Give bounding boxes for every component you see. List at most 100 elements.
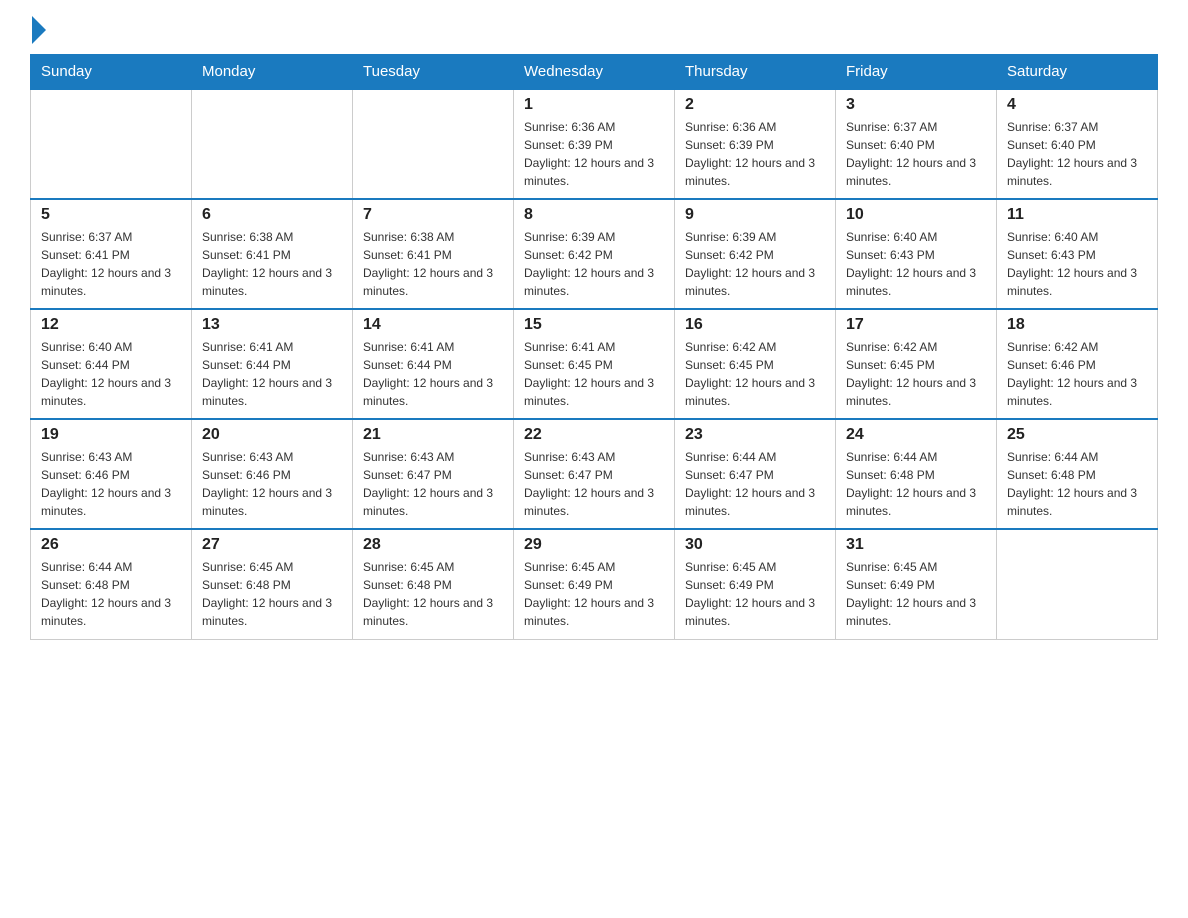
day-info: Sunrise: 6:41 AM Sunset: 6:44 PM Dayligh… [202, 338, 342, 410]
day-info: Sunrise: 6:44 AM Sunset: 6:48 PM Dayligh… [846, 448, 986, 520]
day-number: 1 [524, 96, 664, 114]
weekday-header-sunday: Sunday [31, 55, 192, 90]
day-info: Sunrise: 6:38 AM Sunset: 6:41 PM Dayligh… [363, 228, 503, 300]
calendar-cell: 23 Sunrise: 6:44 AM Sunset: 6:47 PM Dayli… [675, 419, 836, 529]
day-info: Sunrise: 6:45 AM Sunset: 6:48 PM Dayligh… [363, 558, 503, 630]
calendar-cell [997, 529, 1158, 639]
calendar-cell: 15Sunrise: 6:41 AM Sunset: 6:45 PM Dayli… [514, 309, 675, 419]
day-info: Sunrise: 6:37 AM Sunset: 6:40 PM Dayligh… [846, 118, 986, 190]
calendar-cell: 14 Sunrise: 6:41 AM Sunset: 6:44 PM Dayli… [353, 309, 514, 419]
day-info: Sunrise: 6:40 AM Sunset: 6:43 PM Dayligh… [1007, 228, 1147, 300]
day-number: 26 [41, 536, 181, 554]
day-info: Sunrise: 6:44 AM Sunset: 6:47 PM Dayligh… [685, 448, 825, 520]
day-info: Sunrise: 6:40 AM Sunset: 6:44 PM Dayligh… [41, 338, 181, 410]
day-number: 12 [41, 316, 181, 334]
day-info: Sunrise: 6:36 AM Sunset: 6:39 PM Dayligh… [685, 118, 825, 190]
calendar-cell: 6 Sunrise: 6:38 AM Sunset: 6:41 PM Daylig… [192, 199, 353, 309]
day-info: Sunrise: 6:36 AM Sunset: 6:39 PM Dayligh… [524, 118, 664, 190]
day-number: 17 [846, 316, 986, 334]
calendar-cell: 4 Sunrise: 6:37 AM Sunset: 6:40 PM Daylig… [997, 89, 1158, 199]
day-info: Sunrise: 6:41 AM Sunset: 6:45 PM Dayligh… [524, 338, 664, 410]
weekday-header-wednesday: Wednesday [514, 55, 675, 90]
calendar-cell: 26 Sunrise: 6:44 AM Sunset: 6:48 PM Dayli… [31, 529, 192, 639]
calendar-week-row: 1 Sunrise: 6:36 AM Sunset: 6:39 PM Daylig… [31, 89, 1158, 199]
day-info: Sunrise: 6:37 AM Sunset: 6:40 PM Dayligh… [1007, 118, 1147, 190]
day-info: Sunrise: 6:44 AM Sunset: 6:48 PM Dayligh… [41, 558, 181, 630]
day-number: 7 [363, 206, 503, 224]
weekday-header-saturday: Saturday [997, 55, 1158, 90]
calendar-cell: 20Sunrise: 6:43 AM Sunset: 6:46 PM Dayli… [192, 419, 353, 529]
day-info: Sunrise: 6:43 AM Sunset: 6:47 PM Dayligh… [363, 448, 503, 520]
calendar-cell: 13 Sunrise: 6:41 AM Sunset: 6:44 PM Dayli… [192, 309, 353, 419]
calendar-cell: 16 Sunrise: 6:42 AM Sunset: 6:45 PM Dayli… [675, 309, 836, 419]
day-info: Sunrise: 6:40 AM Sunset: 6:43 PM Dayligh… [846, 228, 986, 300]
day-info: Sunrise: 6:39 AM Sunset: 6:42 PM Dayligh… [685, 228, 825, 300]
day-number: 29 [524, 536, 664, 554]
day-info: Sunrise: 6:37 AM Sunset: 6:41 PM Dayligh… [41, 228, 181, 300]
calendar-cell: 27Sunrise: 6:45 AM Sunset: 6:48 PM Dayli… [192, 529, 353, 639]
day-info: Sunrise: 6:42 AM Sunset: 6:45 PM Dayligh… [685, 338, 825, 410]
calendar-cell: 21 Sunrise: 6:43 AM Sunset: 6:47 PM Dayli… [353, 419, 514, 529]
day-number: 3 [846, 96, 986, 114]
calendar-cell [353, 89, 514, 199]
day-number: 6 [202, 206, 342, 224]
calendar-cell: 10 Sunrise: 6:40 AM Sunset: 6:43 PM Dayli… [836, 199, 997, 309]
calendar-cell [31, 89, 192, 199]
day-number: 5 [41, 206, 181, 224]
day-number: 2 [685, 96, 825, 114]
day-info: Sunrise: 6:41 AM Sunset: 6:44 PM Dayligh… [363, 338, 503, 410]
day-number: 10 [846, 206, 986, 224]
day-number: 9 [685, 206, 825, 224]
calendar-cell: 29 Sunrise: 6:45 AM Sunset: 6:49 PM Dayli… [514, 529, 675, 639]
day-number: 18 [1007, 316, 1147, 334]
day-info: Sunrise: 6:42 AM Sunset: 6:46 PM Dayligh… [1007, 338, 1147, 410]
calendar-cell: 1 Sunrise: 6:36 AM Sunset: 6:39 PM Daylig… [514, 89, 675, 199]
day-number: 11 [1007, 206, 1147, 224]
day-info: Sunrise: 6:43 AM Sunset: 6:46 PM Dayligh… [41, 448, 181, 520]
day-info: Sunrise: 6:38 AM Sunset: 6:41 PM Dayligh… [202, 228, 342, 300]
weekday-header-row: SundayMondayTuesdayWednesdayThursdayFrid… [31, 55, 1158, 90]
day-info: Sunrise: 6:44 AM Sunset: 6:48 PM Dayligh… [1007, 448, 1147, 520]
calendar-cell: 3 Sunrise: 6:37 AM Sunset: 6:40 PM Daylig… [836, 89, 997, 199]
calendar-cell: 5 Sunrise: 6:37 AM Sunset: 6:41 PM Daylig… [31, 199, 192, 309]
day-number: 21 [363, 426, 503, 444]
calendar-cell [192, 89, 353, 199]
day-number: 13 [202, 316, 342, 334]
calendar-cell: 18 Sunrise: 6:42 AM Sunset: 6:46 PM Dayli… [997, 309, 1158, 419]
logo [30, 20, 46, 44]
day-info: Sunrise: 6:42 AM Sunset: 6:45 PM Dayligh… [846, 338, 986, 410]
calendar-week-row: 19 Sunrise: 6:43 AM Sunset: 6:46 PM Dayli… [31, 419, 1158, 529]
day-number: 8 [524, 206, 664, 224]
day-number: 23 [685, 426, 825, 444]
calendar-cell: 25Sunrise: 6:44 AM Sunset: 6:48 PM Dayli… [997, 419, 1158, 529]
logo-arrow-icon [32, 16, 46, 44]
day-number: 14 [363, 316, 503, 334]
day-number: 19 [41, 426, 181, 444]
calendar-week-row: 5 Sunrise: 6:37 AM Sunset: 6:41 PM Daylig… [31, 199, 1158, 309]
day-info: Sunrise: 6:39 AM Sunset: 6:42 PM Dayligh… [524, 228, 664, 300]
day-info: Sunrise: 6:43 AM Sunset: 6:47 PM Dayligh… [524, 448, 664, 520]
day-number: 30 [685, 536, 825, 554]
calendar-cell: 8 Sunrise: 6:39 AM Sunset: 6:42 PM Daylig… [514, 199, 675, 309]
day-info: Sunrise: 6:45 AM Sunset: 6:49 PM Dayligh… [846, 558, 986, 630]
calendar-cell: 19 Sunrise: 6:43 AM Sunset: 6:46 PM Dayli… [31, 419, 192, 529]
weekday-header-monday: Monday [192, 55, 353, 90]
calendar-cell: 31 Sunrise: 6:45 AM Sunset: 6:49 PM Dayli… [836, 529, 997, 639]
calendar-cell: 9 Sunrise: 6:39 AM Sunset: 6:42 PM Daylig… [675, 199, 836, 309]
day-info: Sunrise: 6:45 AM Sunset: 6:49 PM Dayligh… [685, 558, 825, 630]
calendar-cell: 2 Sunrise: 6:36 AM Sunset: 6:39 PM Daylig… [675, 89, 836, 199]
day-number: 4 [1007, 96, 1147, 114]
day-number: 16 [685, 316, 825, 334]
day-number: 24 [846, 426, 986, 444]
calendar-cell: 12 Sunrise: 6:40 AM Sunset: 6:44 PM Dayli… [31, 309, 192, 419]
calendar-cell: 24 Sunrise: 6:44 AM Sunset: 6:48 PM Dayli… [836, 419, 997, 529]
page-header [30, 20, 1158, 44]
day-info: Sunrise: 6:45 AM Sunset: 6:49 PM Dayligh… [524, 558, 664, 630]
calendar-cell: 7 Sunrise: 6:38 AM Sunset: 6:41 PM Daylig… [353, 199, 514, 309]
calendar-cell: 11 Sunrise: 6:40 AM Sunset: 6:43 PM Dayli… [997, 199, 1158, 309]
calendar-cell: 22Sunrise: 6:43 AM Sunset: 6:47 PM Dayli… [514, 419, 675, 529]
calendar-cell: 17 Sunrise: 6:42 AM Sunset: 6:45 PM Dayli… [836, 309, 997, 419]
day-number: 31 [846, 536, 986, 554]
calendar-cell: 30 Sunrise: 6:45 AM Sunset: 6:49 PM Dayli… [675, 529, 836, 639]
day-info: Sunrise: 6:43 AM Sunset: 6:46 PM Dayligh… [202, 448, 342, 520]
